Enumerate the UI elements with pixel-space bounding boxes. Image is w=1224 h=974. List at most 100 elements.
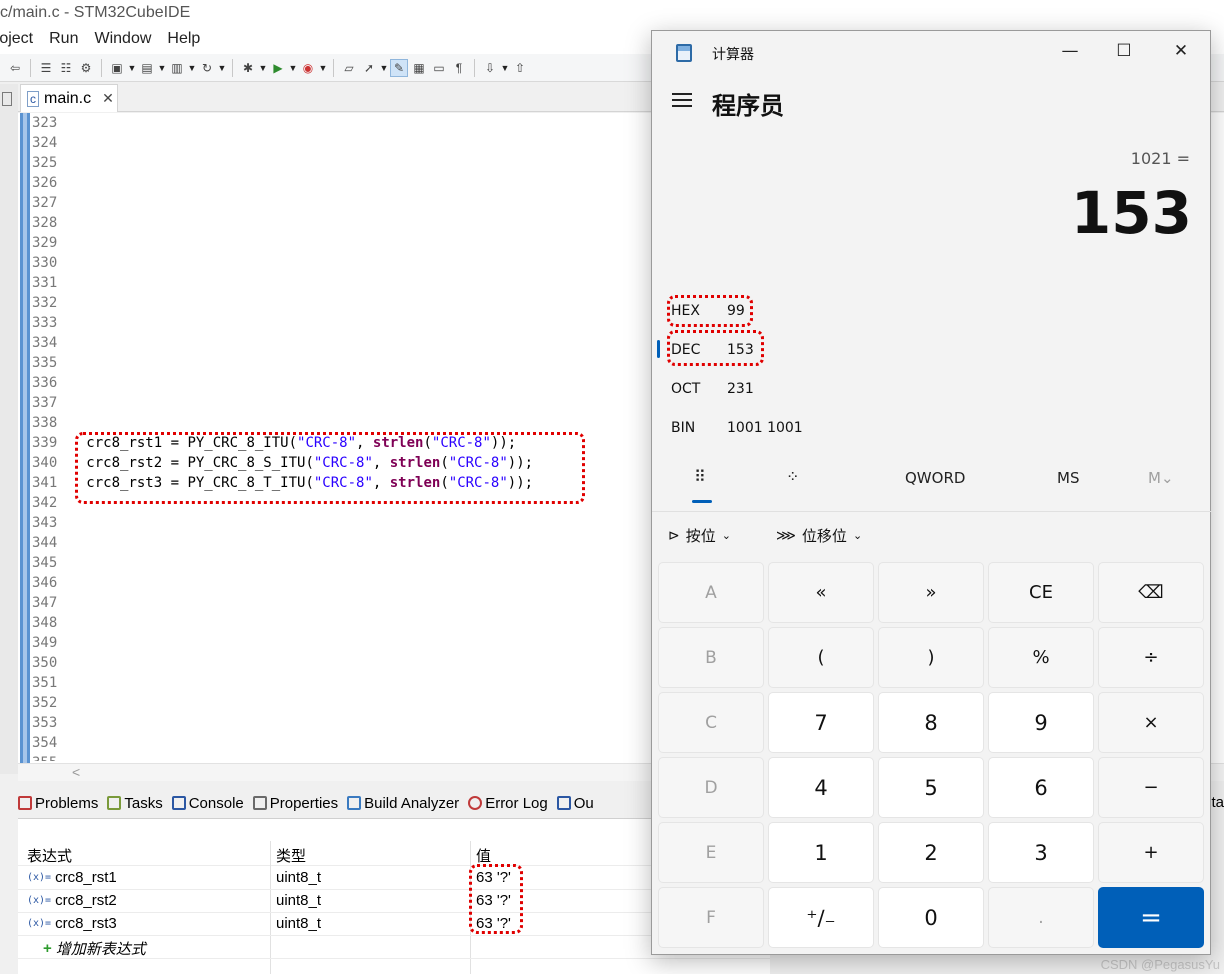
key-a-button[interactable]: A bbox=[658, 562, 764, 623]
menu-project[interactable]: roject bbox=[0, 30, 33, 54]
build-icon[interactable]: ▤ bbox=[138, 59, 156, 77]
highlight-toggle-icon[interactable]: ✎ bbox=[390, 58, 408, 77]
key-open-paren-button[interactable]: ( bbox=[768, 627, 874, 688]
menu-window[interactable]: Window bbox=[94, 30, 151, 54]
dropdown-caret-icon[interactable]: ▼ bbox=[289, 59, 298, 77]
code-line[interactable]: 331 bbox=[32, 273, 672, 293]
next-annotation-icon[interactable]: ⇩ bbox=[481, 59, 499, 77]
open-folder-icon[interactable]: ▱ bbox=[340, 59, 358, 77]
bitshift-dropdown[interactable]: ⋙ 位移位 ⌄ bbox=[776, 525, 862, 546]
maximize-icon[interactable]: ☐ bbox=[1112, 41, 1136, 61]
key-7-button[interactable]: 7 bbox=[768, 692, 874, 753]
dropdown-caret-icon[interactable]: ▼ bbox=[158, 59, 167, 77]
tab-outline[interactable]: Ou bbox=[556, 795, 594, 812]
minimize-icon[interactable]: — bbox=[1058, 41, 1082, 61]
code-line[interactable]: 335 bbox=[32, 353, 672, 373]
menu-help[interactable]: Help bbox=[167, 30, 200, 54]
debug-icon[interactable]: ✱ bbox=[239, 59, 257, 77]
code-line[interactable]: 355 bbox=[32, 753, 672, 761]
code-line[interactable]: 329 bbox=[32, 233, 672, 253]
key-minus-button[interactable]: − bbox=[1098, 757, 1204, 818]
code-line[interactable]: 324 bbox=[32, 133, 672, 153]
refresh-icon[interactable]: ↻ bbox=[198, 59, 216, 77]
code-line[interactable]: 339 crc8_rst1 = PY_CRC_8_ITU("CRC-8", str… bbox=[32, 433, 672, 453]
key-plus-button[interactable]: + bbox=[1098, 822, 1204, 883]
key-b-button[interactable]: B bbox=[658, 627, 764, 688]
key-9-button[interactable]: 9 bbox=[988, 692, 1094, 753]
code-line[interactable]: 334 bbox=[32, 333, 672, 353]
code-line[interactable]: 352 bbox=[32, 693, 672, 713]
code-line[interactable]: 337 bbox=[32, 393, 672, 413]
tab-problems[interactable]: Problems bbox=[18, 795, 98, 812]
code-line[interactable]: 349 bbox=[32, 633, 672, 653]
code-line[interactable]: 347 bbox=[32, 593, 672, 613]
hamburger-menu-icon[interactable] bbox=[672, 93, 692, 107]
menu-run[interactable]: Run bbox=[49, 30, 78, 54]
run-icon[interactable]: ▶ bbox=[269, 59, 287, 77]
key-multiply-button[interactable]: × bbox=[1098, 692, 1204, 753]
code-line[interactable]: 350 bbox=[32, 653, 672, 673]
key-divide-button[interactable]: ÷ bbox=[1098, 627, 1204, 688]
dropdown-caret-icon[interactable]: ▼ bbox=[128, 59, 137, 77]
code-line[interactable]: 345 bbox=[32, 553, 672, 573]
bitwise-dropdown[interactable]: ⊳ 按位 ⌄ bbox=[668, 525, 731, 546]
code-line[interactable]: 354 bbox=[32, 733, 672, 753]
key-c-button[interactable]: C bbox=[658, 692, 764, 753]
key-4-button[interactable]: 4 bbox=[768, 757, 874, 818]
tab-error-log[interactable]: Error Log bbox=[468, 795, 548, 812]
restore-icon[interactable] bbox=[2, 92, 12, 106]
key-backspace-button[interactable]: ⌫ bbox=[1098, 562, 1204, 623]
key-equals-button[interactable]: = bbox=[1098, 887, 1204, 948]
key-decimal-button[interactable]: . bbox=[988, 887, 1094, 948]
code-line[interactable]: 342 bbox=[32, 493, 672, 513]
code-line[interactable]: 323 bbox=[32, 113, 672, 133]
code-line[interactable]: 348 bbox=[32, 613, 672, 633]
format-icon[interactable]: ☰ bbox=[37, 59, 55, 77]
code-line[interactable]: 338 bbox=[32, 413, 672, 433]
launch-icon[interactable]: ➚ bbox=[360, 59, 378, 77]
key-ce-button[interactable]: CE bbox=[988, 562, 1094, 623]
radix-oct[interactable]: OCT 231 bbox=[671, 381, 754, 397]
mark-occurrences-icon[interactable]: ▦ bbox=[410, 59, 428, 77]
key-shift-left-button[interactable]: « bbox=[768, 562, 874, 623]
bit-toggle-keypad-icon[interactable]: ⁘ bbox=[786, 467, 799, 486]
dropdown-caret-icon[interactable]: ▼ bbox=[319, 59, 328, 77]
format2-icon[interactable]: ☷ bbox=[57, 59, 75, 77]
word-size-button[interactable]: QWORD bbox=[905, 469, 965, 487]
full-keypad-icon[interactable]: ⠿ bbox=[694, 467, 706, 486]
code-line[interactable]: 340 crc8_rst2 = PY_CRC_8_S_ITU("CRC-8", s… bbox=[32, 453, 672, 473]
tab-fragment-right[interactable]: ta bbox=[1211, 794, 1224, 811]
tab-tasks[interactable]: Tasks bbox=[107, 795, 163, 812]
memory-dropdown-button[interactable]: M⌄ bbox=[1148, 469, 1174, 487]
code-line[interactable]: 341 crc8_rst3 = PY_CRC_8_T_ITU("CRC-8", s… bbox=[32, 473, 672, 493]
whitespace-icon[interactable]: ¶ bbox=[450, 59, 468, 77]
prev-annotation-icon[interactable]: ⇧ bbox=[511, 59, 529, 77]
scroll-left-icon[interactable]: < bbox=[72, 764, 80, 780]
key-negate-button[interactable]: ⁺∕₋ bbox=[768, 887, 874, 948]
code-line[interactable]: 344 bbox=[32, 533, 672, 553]
dropdown-caret-icon[interactable]: ▼ bbox=[259, 59, 268, 77]
key-percent-button[interactable]: % bbox=[988, 627, 1094, 688]
code-line[interactable]: 330 bbox=[32, 253, 672, 273]
code-line[interactable]: 353 bbox=[32, 713, 672, 733]
key-d-button[interactable]: D bbox=[658, 757, 764, 818]
key-3-button[interactable]: 3 bbox=[988, 822, 1094, 883]
tab-build-analyzer[interactable]: Build Analyzer bbox=[347, 795, 459, 812]
code-line[interactable]: 326 bbox=[32, 173, 672, 193]
back-icon[interactable]: ⇦ bbox=[6, 59, 24, 77]
col-type[interactable]: 类型 bbox=[276, 845, 306, 866]
device-icon[interactable]: ⚙ bbox=[77, 59, 95, 77]
code-line[interactable]: 343 bbox=[32, 513, 672, 533]
key-0-button[interactable]: 0 bbox=[878, 887, 984, 948]
code-line[interactable]: 327 bbox=[32, 193, 672, 213]
code-line[interactable]: 351 bbox=[32, 673, 672, 693]
tab-main-c[interactable]: c main.c ✕ bbox=[20, 84, 118, 112]
external-tools-icon[interactable]: ◉ bbox=[299, 59, 317, 77]
key-shift-right-button[interactable]: » bbox=[878, 562, 984, 623]
dropdown-caret-icon[interactable]: ▼ bbox=[501, 59, 510, 77]
key-1-button[interactable]: 1 bbox=[768, 822, 874, 883]
memory-store-button[interactable]: MS bbox=[1057, 469, 1079, 487]
code-line[interactable]: 346 bbox=[32, 573, 672, 593]
key-f-button[interactable]: F bbox=[658, 887, 764, 948]
close-icon[interactable]: ✕ bbox=[102, 90, 114, 107]
